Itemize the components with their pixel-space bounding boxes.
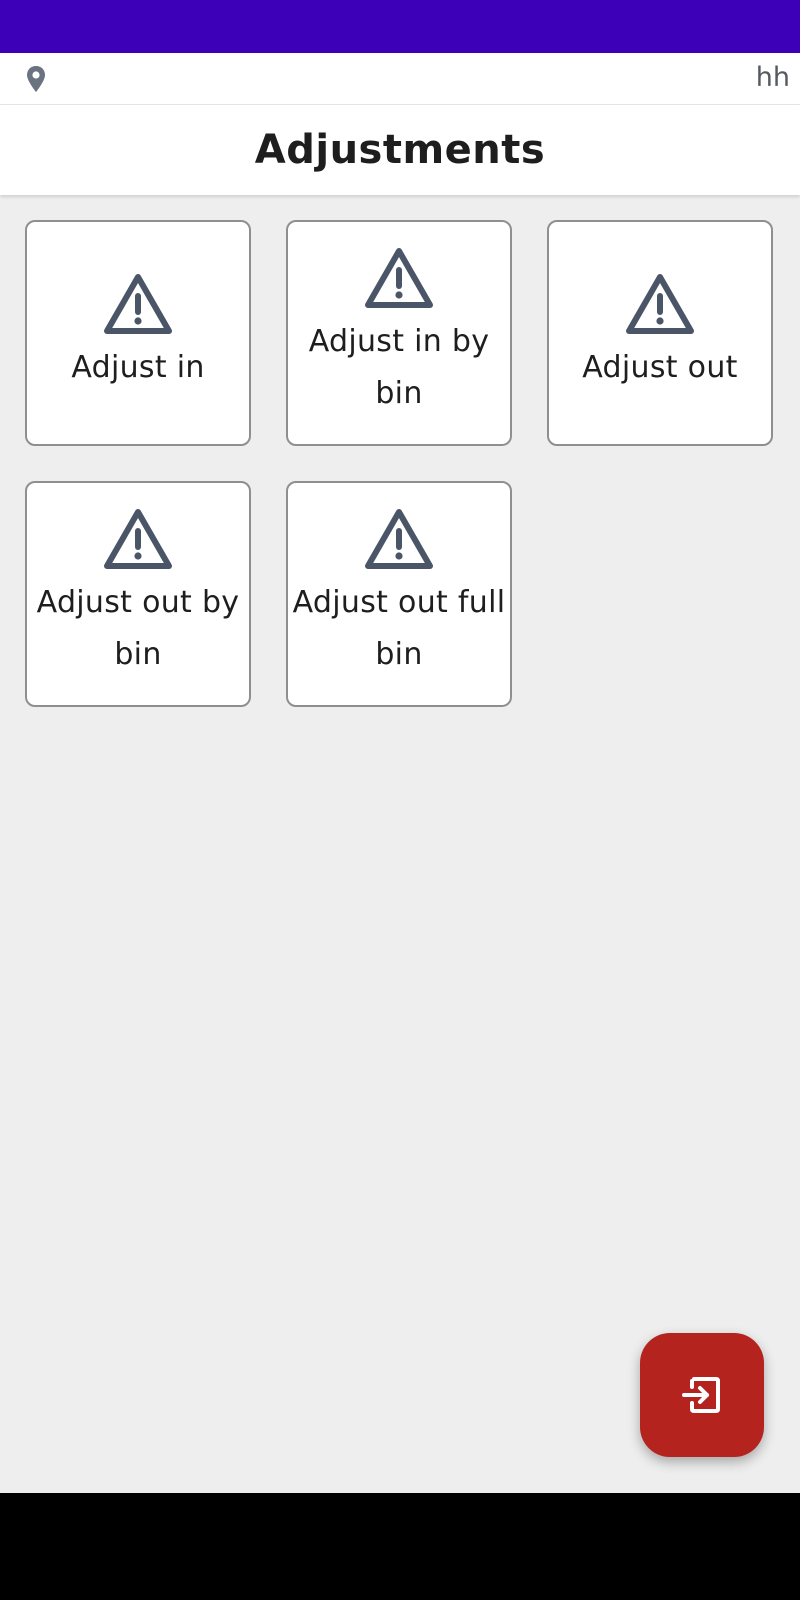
tile-label: Adjust out by bin [36,585,240,672]
adjust-out-by-bin-button[interactable]: Adjust out by bin [25,481,251,707]
warning-icon [626,274,694,334]
adjust-in-button[interactable]: Adjust in [25,220,251,446]
tile-label: Adjust in by bin [308,324,490,411]
tile-label: Adjust out full bin [292,585,506,672]
warning-icon [104,509,172,569]
location-bar: hh [0,53,800,105]
exit-button[interactable] [640,1333,764,1457]
status-bar [0,0,800,53]
adjust-out-button[interactable]: Adjust out [547,220,773,446]
adjust-in-by-bin-button[interactable]: Adjust in by bin [286,220,512,446]
tile-label: Adjust in [71,350,205,385]
adjust-out-full-bin-button[interactable]: Adjust out full bin [286,481,512,707]
warning-icon [104,274,172,334]
exit-icon [682,1377,720,1413]
user-name[interactable]: hh [756,62,790,93]
tile-label: Adjust out [582,350,738,385]
warning-icon [365,248,433,308]
warning-icon [365,509,433,569]
page-title: Adjustments [254,127,546,173]
location-pin-icon[interactable] [24,65,48,93]
app-header: Adjustments [0,105,800,195]
system-nav-bar [0,1493,800,1600]
